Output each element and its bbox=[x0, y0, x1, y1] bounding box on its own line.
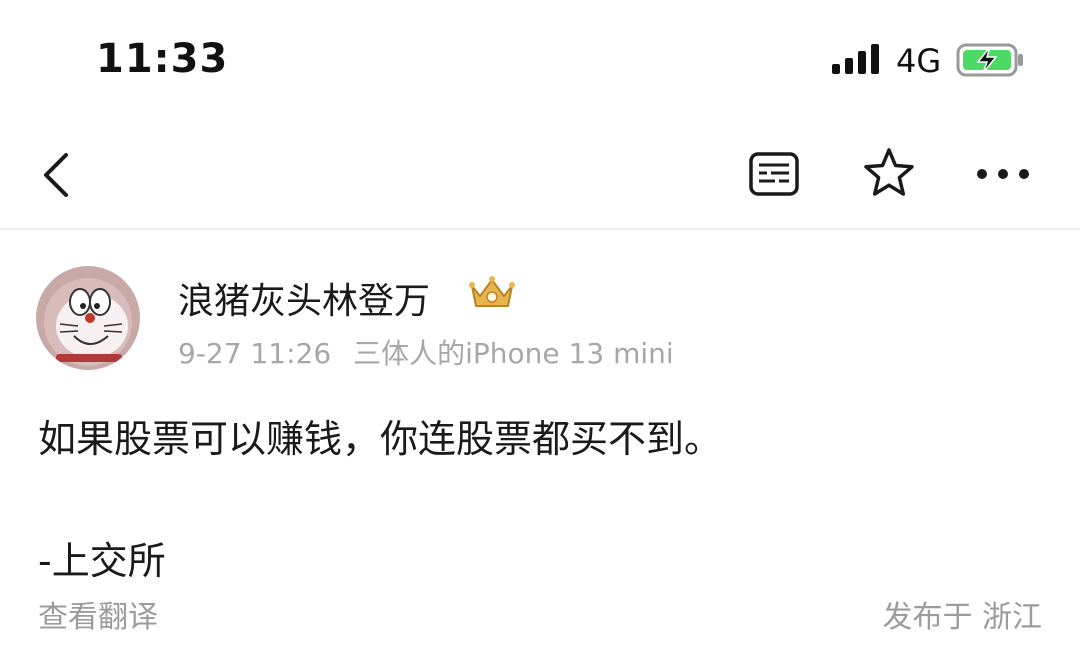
author-name[interactable]: 浪猪灰头林登万 bbox=[178, 272, 430, 324]
status-bar: 11:33 4G bbox=[0, 0, 1080, 120]
post-location: 发布于 浙江 bbox=[882, 600, 1042, 635]
crown-icon bbox=[469, 276, 515, 307]
star-outline-icon bbox=[864, 148, 914, 196]
chevron-left-icon bbox=[44, 153, 68, 197]
cartoon-cat-avatar-icon bbox=[36, 266, 140, 370]
reader-mode-button[interactable] bbox=[742, 142, 806, 206]
post-body-line: 如果股票可以赚钱，你连股票都买不到。 bbox=[38, 417, 723, 461]
post-card: 浪猪灰头林登万 9-27 11:26 三体人的iPhone 13 mini 如果股… bbox=[0, 230, 1080, 662]
more-button[interactable] bbox=[968, 142, 1038, 206]
post-meta: 9-27 11:26 三体人的iPhone 13 mini bbox=[178, 332, 674, 372]
back-button[interactable] bbox=[30, 140, 80, 210]
network-type: 4G bbox=[896, 42, 942, 80]
post-body-signature: -上交所 bbox=[38, 539, 166, 583]
status-time: 11:33 bbox=[96, 36, 229, 82]
battery-charging-icon bbox=[956, 43, 1023, 77]
reader-mode-icon bbox=[749, 152, 799, 196]
favorite-button[interactable] bbox=[856, 140, 922, 206]
post-date: 9-27 11:26 bbox=[178, 337, 332, 370]
ellipsis-icon bbox=[977, 169, 1029, 179]
signal-strength-icon bbox=[832, 44, 879, 74]
avatar[interactable] bbox=[36, 266, 140, 370]
navigation-bar bbox=[0, 120, 1080, 230]
post-device: 三体人的iPhone 13 mini bbox=[353, 337, 674, 370]
translate-button[interactable]: 查看翻译 bbox=[38, 592, 158, 636]
